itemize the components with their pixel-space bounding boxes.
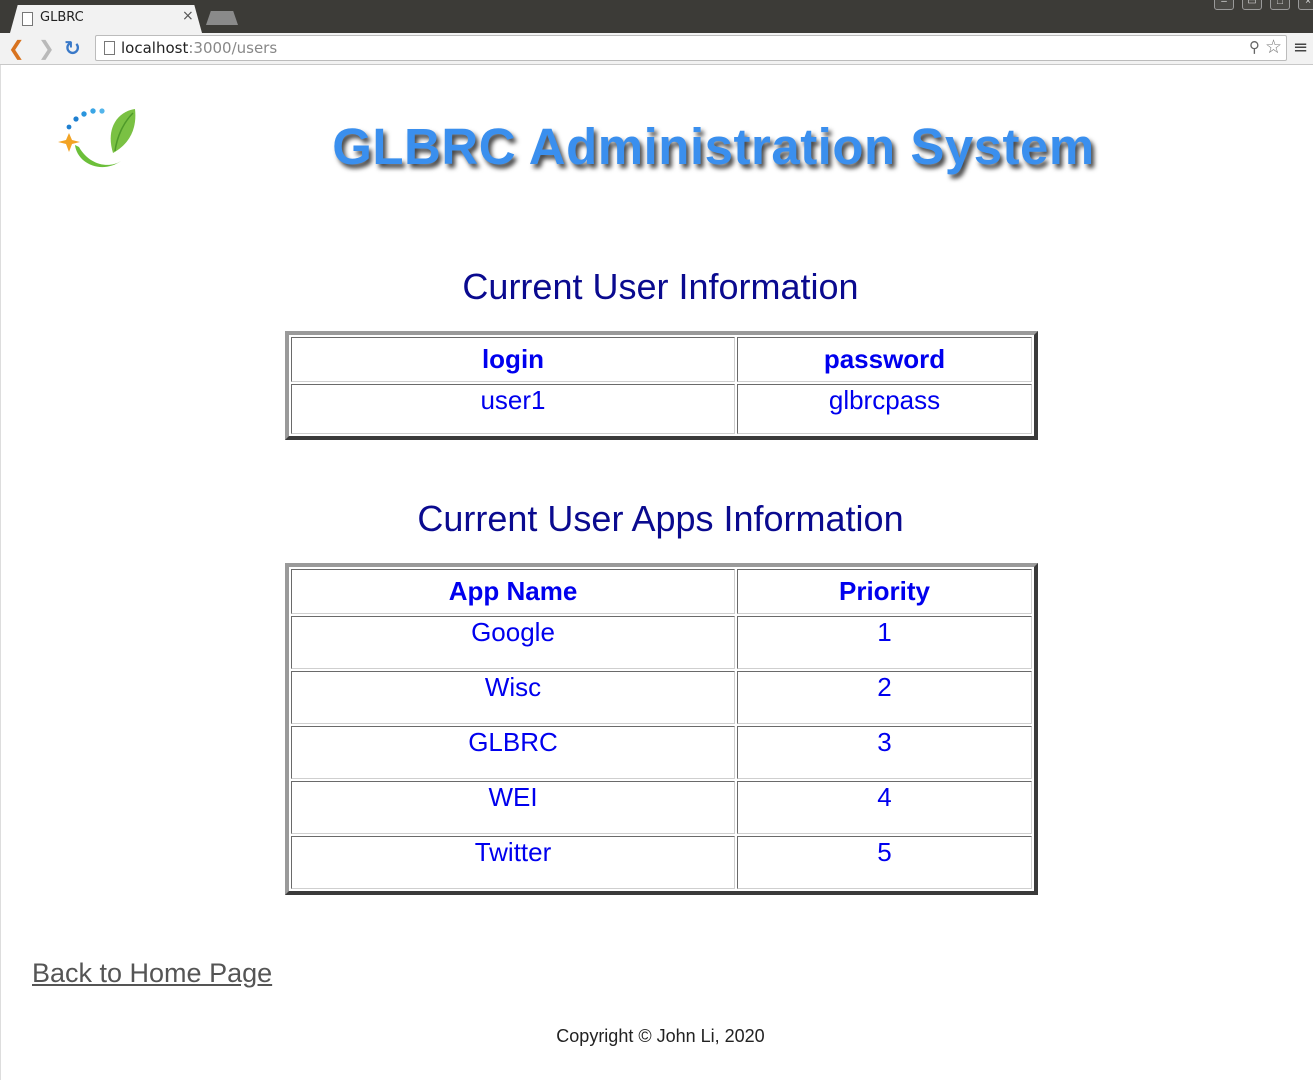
browser-tab[interactable]: GLBRC ×	[10, 5, 202, 33]
page-content: GLBRC Administration System Current User…	[0, 65, 1313, 1080]
priority-cell: 4	[737, 781, 1032, 834]
apps-info-table: App Name Priority Google 1 Wisc 2 GLBRC …	[285, 563, 1038, 895]
table-row: user1 glbrcpass	[291, 384, 1032, 434]
tab-close-icon[interactable]: ×	[182, 8, 194, 24]
app-name-cell: Wisc	[291, 671, 735, 724]
back-to-home-link[interactable]: Back to Home Page	[32, 958, 272, 989]
forward-icon[interactable]: ❯	[38, 36, 55, 60]
back-icon[interactable]: ❮	[8, 36, 25, 60]
user-info-table: login password user1 glbrcpass	[285, 331, 1038, 440]
star-icon[interactable]: ☆	[1265, 36, 1282, 58]
priority-cell: 1	[737, 616, 1032, 669]
reload-icon[interactable]: ↻	[64, 36, 81, 60]
priority-cell: 3	[737, 726, 1032, 779]
table-row: Wisc 2	[291, 671, 1032, 724]
address-bar[interactable]: localhost:3000/users ⚲ ☆	[95, 35, 1287, 61]
browser-toolbar: ❮ ❯ ↻ localhost:3000/users ⚲ ☆ ≡	[0, 33, 1313, 65]
app-name-cell: Google	[291, 616, 735, 669]
maximize-icon[interactable]: □	[1270, 0, 1290, 10]
table-row: Google 1	[291, 616, 1032, 669]
table-row: WEI 4	[291, 781, 1032, 834]
browser-tab-strip: GLBRC × – ▭ □ ×	[0, 0, 1313, 33]
user-info-heading: Current User Information	[462, 266, 859, 307]
column-header-login: login	[291, 337, 735, 382]
app-name-cell: Twitter	[291, 836, 735, 889]
window-close-icon[interactable]: ×	[1298, 0, 1313, 10]
apps-info-heading: Current User Apps Information	[417, 498, 904, 539]
site-title: GLBRC Administration System	[332, 118, 1095, 175]
app-name-cell: GLBRC	[291, 726, 735, 779]
menu-icon[interactable]: ≡	[1293, 37, 1308, 58]
restore-icon[interactable]: ▭	[1242, 0, 1262, 10]
minimize-icon[interactable]: –	[1214, 0, 1234, 10]
app-name-cell: WEI	[291, 781, 735, 834]
url-text[interactable]: localhost:3000/users	[121, 39, 277, 57]
table-header-row: login password	[291, 337, 1032, 382]
table-row: Twitter 5	[291, 836, 1032, 889]
tab-title: GLBRC	[40, 10, 84, 25]
password-cell: glbrcpass	[737, 384, 1032, 434]
zoom-icon[interactable]: ⚲	[1249, 38, 1260, 56]
table-row: GLBRC 3	[291, 726, 1032, 779]
new-tab-button[interactable]	[206, 11, 238, 25]
copyright-text: Copyright © John Li, 2020	[556, 1026, 765, 1046]
column-header-password: password	[737, 337, 1032, 382]
column-header-app-name: App Name	[291, 569, 735, 614]
table-header-row: App Name Priority	[291, 569, 1032, 614]
column-header-priority: Priority	[737, 569, 1032, 614]
page-icon	[104, 41, 115, 55]
priority-cell: 2	[737, 671, 1032, 724]
priority-cell: 5	[737, 836, 1032, 889]
page-favicon-icon	[22, 12, 33, 26]
login-cell: user1	[291, 384, 735, 434]
